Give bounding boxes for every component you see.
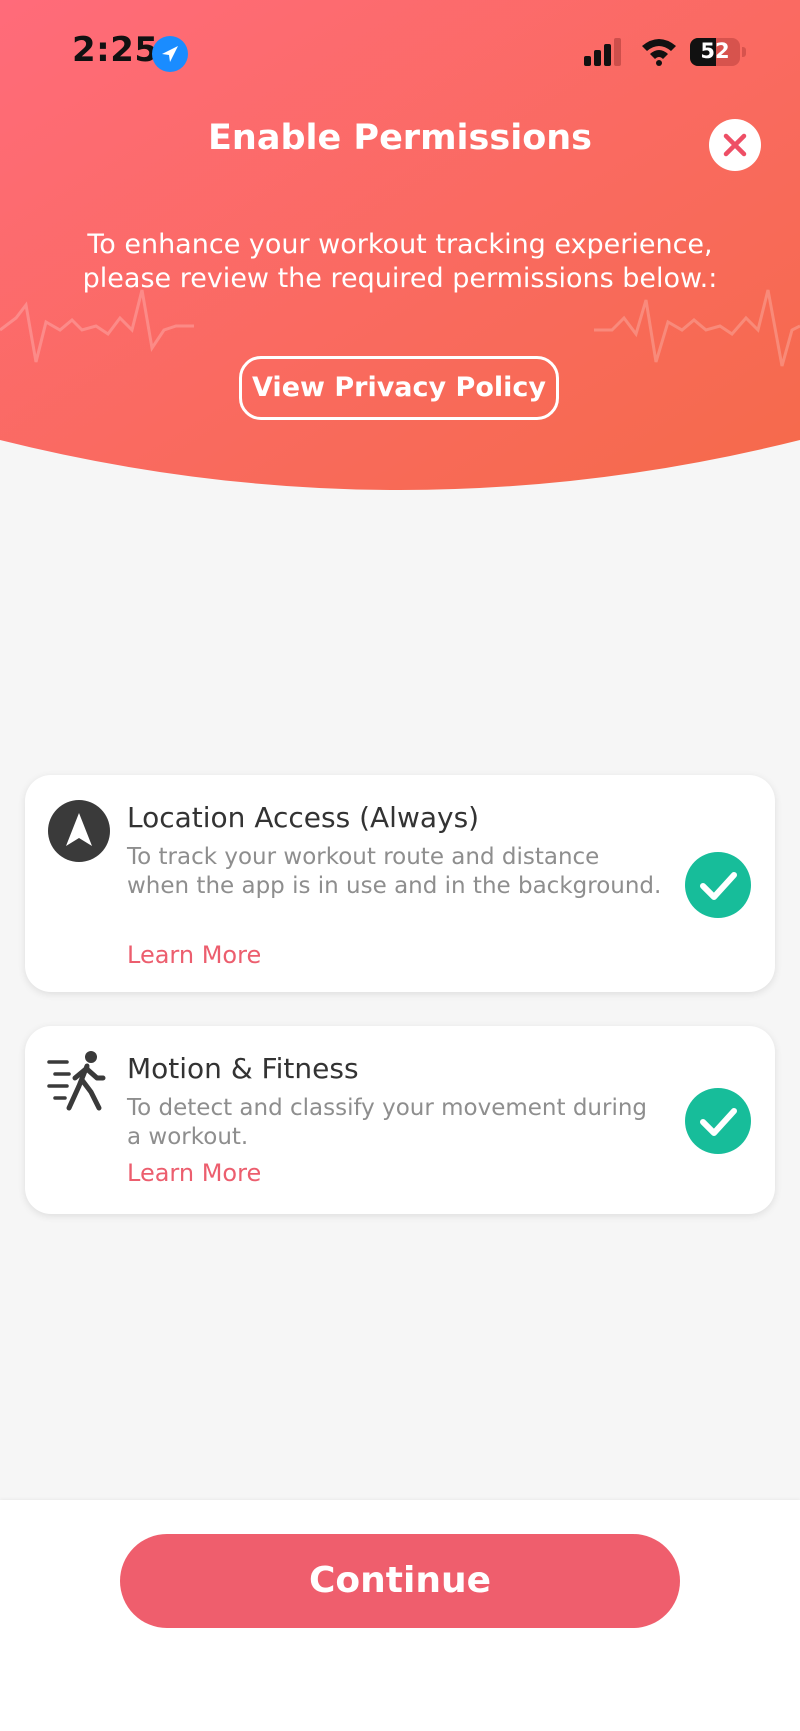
close-button[interactable] xyxy=(709,119,761,171)
permission-title: Location Access (Always) xyxy=(127,801,480,834)
permission-card-location[interactable]: Location Access (Always) To track your w… xyxy=(25,775,775,992)
wifi-icon xyxy=(642,39,676,66)
continue-button[interactable]: Continue xyxy=(120,1534,680,1628)
status-bar: 2:25 52 xyxy=(0,0,800,100)
header-subtitle: To enhance your workout tracking experie… xyxy=(82,229,718,294)
permission-description: To detect and classify your movement dur… xyxy=(127,1095,648,1150)
footer-bar: Continue xyxy=(0,1500,800,1731)
header-banner: 2:25 52 Enable Permissions To enhance yo… xyxy=(0,0,800,490)
view-privacy-policy-button[interactable]: View Privacy Policy xyxy=(239,356,559,420)
granted-check-icon xyxy=(685,852,751,918)
granted-check-icon xyxy=(685,1088,751,1154)
learn-more-link[interactable]: Learn More xyxy=(127,941,261,969)
close-icon xyxy=(723,133,747,157)
page-title: Enable Permissions xyxy=(208,118,592,158)
navigation-arrow-icon xyxy=(48,800,110,862)
permission-title: Motion & Fitness xyxy=(127,1052,359,1085)
permission-description: To track your workout route and distance… xyxy=(127,844,662,899)
permission-card-motion[interactable]: Motion & Fitness To detect and classify … xyxy=(25,1026,775,1214)
cellular-signal-icon xyxy=(584,38,621,66)
battery-level: 52 xyxy=(700,39,730,63)
location-services-icon xyxy=(152,36,188,72)
learn-more-link[interactable]: Learn More xyxy=(127,1159,261,1187)
battery-icon: 52 xyxy=(690,38,746,66)
running-person-icon xyxy=(47,1051,106,1111)
status-time: 2:25 xyxy=(72,30,159,70)
